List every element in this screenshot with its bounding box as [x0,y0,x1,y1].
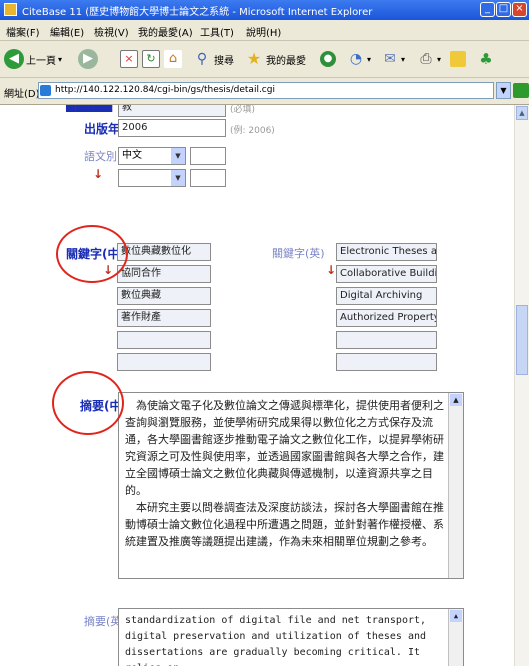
abstract-zh-textarea[interactable]: 為使論文電子化及數位論文之傳遞與標準化，提供使用者便利之查詢與瀏覽服務，並使學術… [118,392,464,579]
ie-logo-icon [4,3,17,16]
close-button[interactable]: × [512,2,527,17]
refresh-icon: ↻ [142,50,160,68]
back-arrow-icon: ◀ [4,49,24,69]
edit-button[interactable] [450,49,466,69]
sort-marker-icon: ↓ [93,167,104,181]
back-label: 上一頁 [26,55,56,67]
keyword-zh-4[interactable]: 著作財產 [117,309,211,327]
search-label: 搜尋 [214,55,234,67]
back-dropdown-icon: ▾ [58,54,63,64]
menu-file[interactable]: 檔案(F) [6,24,40,39]
keyword-zh-2[interactable]: 協同合作 [117,265,211,283]
keyword-zh-6[interactable] [117,353,211,371]
menu-edit[interactable]: 編輯(E) [50,24,84,39]
abstract-en-scrollbar[interactable]: ▲ [448,609,463,666]
top-row-field[interactable]: 教 [118,105,226,117]
keyword-en-2[interactable]: Collaborative Building and [336,265,437,283]
keyword-en-6[interactable] [336,353,437,371]
scroll-up-arrow-icon[interactable]: ▲ [516,106,528,120]
page-scrollbar[interactable]: ▲ [514,105,529,666]
year-input[interactable]: 2006 [118,119,226,137]
home-icon: ⌂ [164,50,182,68]
edit-page-icon [450,51,466,67]
reorder-marker-icon-2: ↓ [326,263,337,277]
chevron-down-icon: ▼ [171,148,185,164]
language-extra-field-2[interactable] [190,169,226,187]
mail-icon: ✉ [384,51,396,67]
search-button[interactable]: ⚲ 搜尋 [192,49,234,69]
keyword-en-3[interactable]: Digital Archiving [336,287,437,305]
favorites-button[interactable]: ★ 我的最愛 [244,49,306,69]
stop-button[interactable]: × [120,49,138,69]
language-extra-field[interactable] [190,147,226,165]
chevron-down-icon-2: ▼ [171,170,185,186]
search-icon: ⚲ [196,51,208,67]
keyword-en-4[interactable]: Authorized Property [336,309,437,327]
scroll-up-icon[interactable]: ▲ [450,394,462,406]
abstract-en-text: standardization of digital file and net … [125,615,427,666]
abstract-zh-paragraph-1: 為使論文電子化及數位論文之傳遞與標準化，提供使用者便利之查詢與瀏覽服務，並使學術… [125,399,444,497]
scrollbar-thumb[interactable] [516,305,528,375]
menu-favorites[interactable]: 我的最愛(A) [138,24,193,39]
keywords-en-label: 關鍵字(英) [272,247,325,260]
window-title: CiteBase 11 (歷史博物館大學博士論文之系統 - Microsoft … [22,7,373,18]
media-button[interactable]: ● [320,49,336,69]
history-dropdown-icon: ▾ [367,54,372,64]
stop-icon: × [120,50,138,68]
mail-dropdown-icon: ▾ [401,54,406,64]
top-row-label: ▆▆▆▆▆ [66,105,113,112]
reorder-marker-icon: ↓ [103,263,114,277]
page-icon [40,85,51,96]
print-dropdown-icon: ▾ [437,54,442,64]
messenger-button[interactable]: ♣ [476,49,496,69]
star-icon: ★ [246,49,262,68]
abstract-zh-scrollbar[interactable]: ▲ [448,393,463,578]
menu-tools[interactable]: 工具(T) [200,24,234,39]
year-hint: (例: 2006) [230,126,275,136]
go-button[interactable] [513,83,529,98]
menu-view[interactable]: 檢視(V) [94,24,129,39]
refresh-button[interactable]: ↻ [142,49,160,69]
mail-button[interactable]: ✉ ▾ [380,49,405,69]
address-dropdown-icon[interactable]: ▼ [496,82,511,99]
keyword-en-1[interactable]: Electronic Theses and Dissertations [336,243,437,261]
history-button[interactable]: ◔ ▾ [346,49,371,69]
favorites-label: 我的最愛 [266,55,306,67]
keyword-zh-3[interactable]: 數位典藏 [117,287,211,305]
language-label: 語文別 [84,150,117,163]
back-button[interactable]: ◀ 上一頁 ▾ [4,49,62,69]
media-icon: ● [320,51,336,67]
menu-bar: 檔案(F) 編輯(E) 檢視(V) 我的最愛(A) 工具(T) 說明(H) [0,20,529,41]
minimize-button[interactable]: _ [480,2,495,17]
top-row-hint: (必填) [230,105,256,115]
abstract-en-textarea[interactable]: standardization of digital file and net … [118,608,464,666]
scroll-up-icon-2[interactable]: ▲ [450,610,462,622]
keyword-zh-5[interactable] [117,331,211,349]
home-button[interactable]: ⌂ [164,49,182,69]
forward-arrow-icon: ▶ [78,49,98,69]
maximize-button[interactable]: □ [496,2,511,17]
standard-toolbar: ◀ 上一頁 ▾ ▶ × ↻ ⌂ ⚲ 搜尋 ★ 我的最愛 ● ◔ ▾ ✉ ▾ ⎙ … [0,41,529,78]
forward-button[interactable]: ▶ [78,49,98,69]
print-button[interactable]: ⎙ ▾ [416,49,441,69]
menu-help[interactable]: 說明(H) [246,24,281,39]
print-icon: ⎙ [420,51,432,67]
year-label: 出版年 [84,122,121,136]
messenger-icon: ♣ [479,50,493,68]
history-icon: ◔ [349,51,363,67]
page-content: ▆▆▆▆▆ 教 (必填) 出版年 2006 (例: 2006) 語文別 中文 ▼… [0,105,514,666]
address-bar: 網址(D) http://140.122.120.84/cgi-bin/gs/t… [0,78,529,105]
abstract-zh-paragraph-2: 本研究主要以問卷調查法及深度訪談法，探討各大學圖書館在推動博碩士論文數位化過程中… [125,501,444,548]
keyword-en-5[interactable] [336,331,437,349]
language-select[interactable]: 中文 ▼ [118,147,186,165]
language-select-2[interactable]: ▼ [118,169,186,187]
address-input[interactable]: http://140.122.120.84/cgi-bin/gs/thesis/… [38,82,494,99]
window-titlebar: CiteBase 11 (歷史博物館大學博士論文之系統 - Microsoft … [0,0,529,20]
address-label: 網址(D) [4,89,40,100]
language-value: 中文 [122,150,142,161]
keyword-zh-1[interactable]: 數位典藏數位化 [117,243,211,261]
